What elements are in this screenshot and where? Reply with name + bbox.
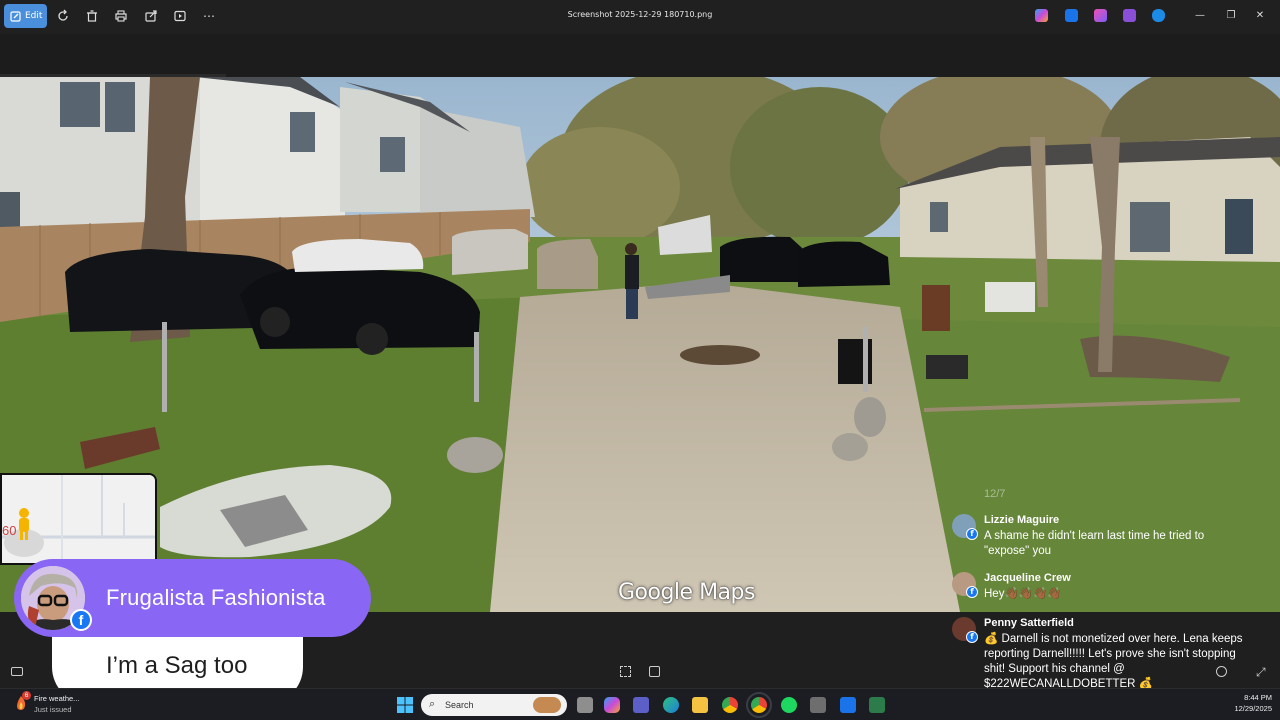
restore-icon[interactable]: ❐	[1223, 8, 1239, 24]
onedrive-icon[interactable]	[1152, 9, 1165, 22]
slideshow-icon[interactable]	[173, 9, 187, 23]
minimap-label: 60	[2, 523, 17, 538]
chrome-icon[interactable]	[722, 697, 738, 713]
facebook-icon: f	[966, 631, 978, 643]
faded-comment: 12/7	[984, 488, 1006, 500]
taskbar: 6 Fire weathe... Just issued ⌕ Search 8:…	[0, 688, 1280, 720]
print-icon[interactable]	[114, 9, 128, 23]
chrome-active-icon[interactable]	[746, 692, 772, 718]
photos-taskbar-icon[interactable]	[840, 697, 856, 713]
facebook-icon: f	[966, 586, 978, 598]
share-icon[interactable]	[144, 9, 158, 23]
teams-icon[interactable]	[633, 697, 649, 713]
title-bar: Edit ⋯ Screenshot 2025-12-29 180710.png …	[0, 0, 1280, 34]
comment-author: Jacqueline Crew	[984, 572, 1071, 584]
search-icon: ⌕	[429, 698, 436, 710]
task-view-icon[interactable]	[577, 697, 593, 713]
weather-title[interactable]: Fire weathe...	[34, 694, 79, 703]
copilot-icon[interactable]	[1035, 9, 1048, 22]
clock-date[interactable]: 12/29/2025	[1214, 704, 1272, 713]
close-icon[interactable]: ✕	[1252, 8, 1268, 24]
designer-icon[interactable]	[1094, 9, 1107, 22]
comment-text: Hey👋🏾👋🏾👋🏾👋🏾	[984, 588, 1062, 600]
windows-start-icon[interactable]	[397, 697, 413, 713]
edit-button[interactable]: Edit	[4, 4, 47, 28]
window-title: Screenshot 2025-12-29 180710.png	[567, 10, 713, 19]
search-highlight-icon	[533, 697, 561, 713]
commenter-name: Frugalista Fashionista	[106, 585, 326, 610]
facebook-icon: f	[966, 528, 978, 540]
fit-icon[interactable]	[620, 666, 631, 677]
facebook-icon: f	[70, 609, 92, 631]
weather-subtitle: Just issued	[34, 705, 72, 714]
edit-icon	[10, 10, 21, 22]
file-explorer-icon[interactable]	[692, 697, 708, 713]
delete-icon[interactable]	[85, 9, 99, 23]
minimize-icon[interactable]: —	[1192, 8, 1208, 24]
message-text: I’m a Sag too	[106, 652, 248, 679]
more-icon[interactable]: ⋯	[202, 9, 216, 23]
fullscreen-icon[interactable]	[649, 666, 660, 677]
minimap[interactable]: 60	[0, 473, 157, 565]
filmstrip-icon[interactable]	[11, 667, 23, 676]
copilot-taskbar-icon[interactable]	[604, 697, 620, 713]
search-placeholder: Search	[445, 700, 474, 710]
comment-author: Penny Satterfield	[984, 617, 1074, 629]
clipchamp-icon[interactable]	[1123, 9, 1136, 22]
app-icon[interactable]	[869, 697, 885, 713]
commenter-banner: f Frugalista Fashionista	[14, 559, 371, 637]
edit-label: Edit	[25, 11, 43, 21]
taskbar-search[interactable]: ⌕ Search	[421, 694, 567, 716]
comment-author: Lizzie Maguire	[984, 514, 1060, 526]
live-comments: 12/7 f Lizzie Maguire A shame he didn't …	[944, 478, 1280, 690]
weather-badge: 6	[22, 691, 31, 700]
edge-icon[interactable]	[663, 697, 679, 713]
comment-text: 💰 Darnell is not monetized over here. Le…	[984, 633, 1243, 690]
rotate-icon[interactable]	[56, 9, 70, 23]
spotify-icon[interactable]	[781, 697, 797, 713]
calculator-icon[interactable]	[810, 697, 826, 713]
comment-text: A shame he didn't learn last time he tri…	[984, 530, 1205, 557]
photos-app-icon[interactable]	[1065, 9, 1078, 22]
clock-time[interactable]: 8:44 PM	[1224, 693, 1272, 702]
google-maps-watermark: Google Maps	[618, 580, 755, 605]
